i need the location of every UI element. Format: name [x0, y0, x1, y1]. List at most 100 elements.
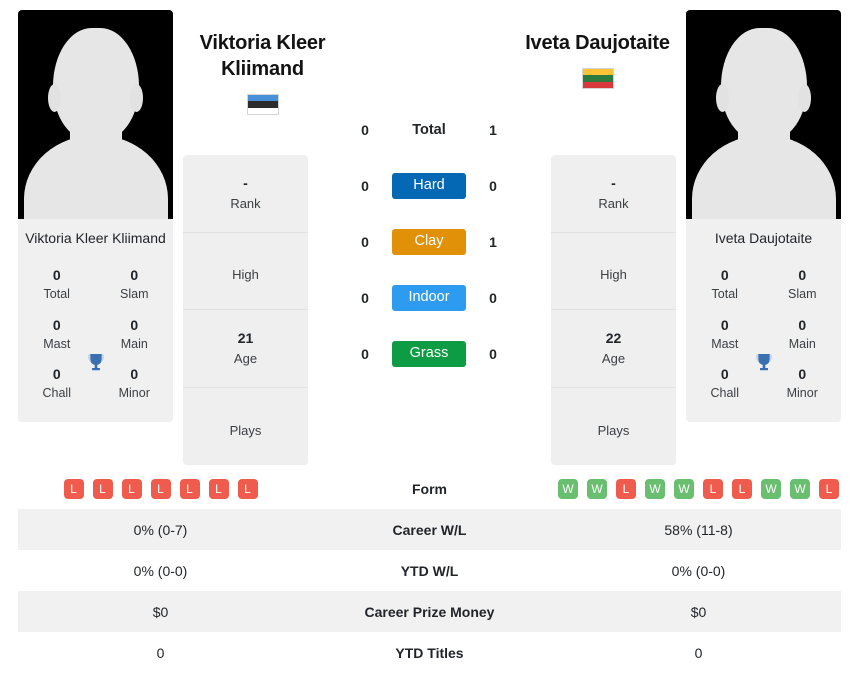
left-surface-value-hard: 0: [361, 178, 369, 194]
surface-row-grass: 0 Grass 0: [345, 326, 513, 382]
right-surface-value-grass: 0: [489, 346, 497, 362]
right-form-cell: WWLWWLLWWL: [556, 468, 841, 509]
trophy-label: Mast: [711, 336, 739, 351]
trophy-stat-minor: 0 Minor: [96, 359, 174, 408]
avatar-ear-left-shape: [48, 84, 61, 112]
trophy-stat-mast: 0 Mast: [18, 310, 96, 359]
info-label: Plays: [597, 422, 630, 438]
trophy-stat-mast: 0 Mast: [686, 310, 764, 359]
trophy-label: Main: [788, 336, 816, 351]
trophy-stat-chall: 0 Chall: [18, 359, 96, 408]
info-label: Plays: [229, 422, 262, 438]
trophy-label: Main: [120, 336, 148, 351]
player-stats-table: LLLLLLL Form WWLWWLLWWL 0% (0-7) Career …: [18, 468, 841, 673]
avatar-body-shape: [23, 135, 168, 219]
info-row-rank: - Rank: [551, 155, 676, 233]
right-career-prize-money: $0: [690, 603, 707, 620]
surface-label-cell: Indoor: [385, 285, 473, 311]
surface-label-cell: Total: [385, 121, 473, 139]
surface-comparison-column: 0 Total 1 0 Hard 0 0 Clay 1 0 Indoor 0 0…: [345, 46, 513, 382]
left-player-name[interactable]: Viktoria Kleer Kliimand: [185, 30, 340, 82]
trophy-value: 0: [798, 267, 807, 284]
table-row-ytd-wl: 0% (0-0) YTD W/L 0% (0-0): [18, 550, 841, 591]
info-row-plays: Plays: [183, 388, 308, 466]
info-value: -: [611, 175, 616, 191]
info-label: Age: [233, 351, 258, 366]
surface-pill-clay[interactable]: Clay: [392, 229, 466, 255]
trophy-value: 0: [720, 267, 729, 284]
right-player-avatar: [686, 10, 841, 219]
trophy-label: Chall: [710, 386, 740, 401]
info-label: Rank: [598, 196, 629, 211]
trophy-label: Minor: [786, 386, 818, 401]
right-ytd-titles: 0: [694, 644, 703, 661]
row-label-career-wl: Career W/L: [392, 521, 467, 538]
trophy-stat-total: 0 Total: [686, 260, 764, 309]
right-surface-value-total: 1: [489, 122, 497, 138]
left-player-name-block: Viktoria Kleer Kliimand: [185, 16, 340, 115]
trophy-row: 0 Mast 0 Main: [686, 310, 841, 359]
surface-label-total: Total: [412, 122, 446, 138]
info-label: High: [600, 267, 627, 282]
trophy-stat-total: 0 Total: [18, 260, 96, 309]
left-surface-value-indoor: 0: [361, 290, 369, 306]
avatar-ear-left-shape: [716, 84, 729, 112]
surface-row-total: 0 Total 1: [345, 102, 513, 158]
form-badge-loss: L: [703, 478, 723, 499]
left-trophy-grid: 0 Total 0 Slam 0 Mast 0 Main 0 Chall 0 M…: [18, 254, 173, 422]
left-player-card[interactable]: Viktoria Kleer Kliimand 0 Total 0 Slam 0: [18, 10, 173, 423]
info-row-high: High: [183, 233, 308, 310]
surface-row-clay: 0 Clay 1: [345, 214, 513, 270]
surface-pill-indoor[interactable]: Indoor: [392, 285, 466, 311]
trophy-value: 0: [130, 267, 139, 284]
trophy-label: Minor: [118, 386, 150, 401]
surface-label-cell: Grass: [385, 341, 473, 367]
form-badge-loss: L: [616, 478, 636, 499]
info-label: Rank: [230, 196, 261, 211]
form-badge-win: W: [645, 478, 665, 499]
table-row-ytd-titles: 0 YTD Titles 0: [18, 632, 841, 673]
right-ytd-wl: 0% (0-0): [671, 562, 726, 579]
trophy-row: 0 Chall 0 Minor: [686, 359, 841, 408]
trophy-label: Slam: [120, 287, 149, 302]
surface-row-hard: 0 Hard 0: [345, 158, 513, 214]
left-player-card-name: Viktoria Kleer Kliimand: [25, 230, 166, 246]
avatar-body-shape: [691, 135, 836, 219]
form-badge-loss: L: [92, 478, 113, 499]
trophy-value: 0: [52, 365, 61, 382]
right-player-card[interactable]: Iveta Daujotaite 0 Total 0 Slam 0 Mast 0…: [686, 10, 842, 423]
form-badge-loss: L: [732, 478, 752, 499]
info-label: Age: [601, 351, 626, 366]
left-player-avatar: [18, 10, 173, 219]
trophy-label: Slam: [788, 287, 817, 302]
form-badge-loss: L: [208, 478, 229, 499]
surface-pill-hard[interactable]: Hard: [392, 173, 466, 199]
trophy-value: 0: [798, 365, 807, 382]
row-label-ytd-wl: YTD W/L: [400, 562, 459, 579]
left-player-flag: [246, 94, 279, 115]
trophy-stat-slam: 0 Slam: [764, 260, 842, 309]
row-label-career-prize-money: Career Prize Money: [364, 603, 495, 620]
right-player-name[interactable]: Iveta Daujotaite: [520, 30, 675, 56]
trophy-stat-slam: 0 Slam: [96, 260, 174, 309]
compare-header: Viktoria Kleer Kliimand 0 Total 0 Slam 0: [0, 0, 859, 468]
trophy-value: 0: [720, 316, 729, 333]
surface-row-indoor: 0 Indoor 0: [345, 270, 513, 326]
form-badge-loss: L: [121, 478, 142, 499]
flag-stripe-3: [247, 107, 278, 114]
trophy-stat-main: 0 Main: [764, 310, 842, 359]
left-career-prize-money: $0: [152, 603, 169, 620]
info-row-rank: - Rank: [183, 155, 308, 233]
right-surface-value-clay: 1: [489, 234, 497, 250]
surface-pill-grass[interactable]: Grass: [392, 341, 466, 367]
player-comparison-page: Viktoria Kleer Kliimand 0 Total 0 Slam 0: [0, 0, 859, 689]
left-career-wl: 0% (0-7): [133, 521, 188, 538]
trophy-row: 0 Chall 0 Minor: [18, 359, 173, 408]
form-badge-loss: L: [179, 478, 200, 499]
form-badge-win: W: [761, 478, 781, 499]
trophy-value: 0: [130, 365, 139, 382]
table-row-career-prize-money: $0 Career Prize Money $0: [18, 591, 841, 632]
trophy-value: 0: [798, 316, 807, 333]
right-player-flag: [581, 68, 614, 89]
form-badge-win: W: [790, 478, 810, 499]
